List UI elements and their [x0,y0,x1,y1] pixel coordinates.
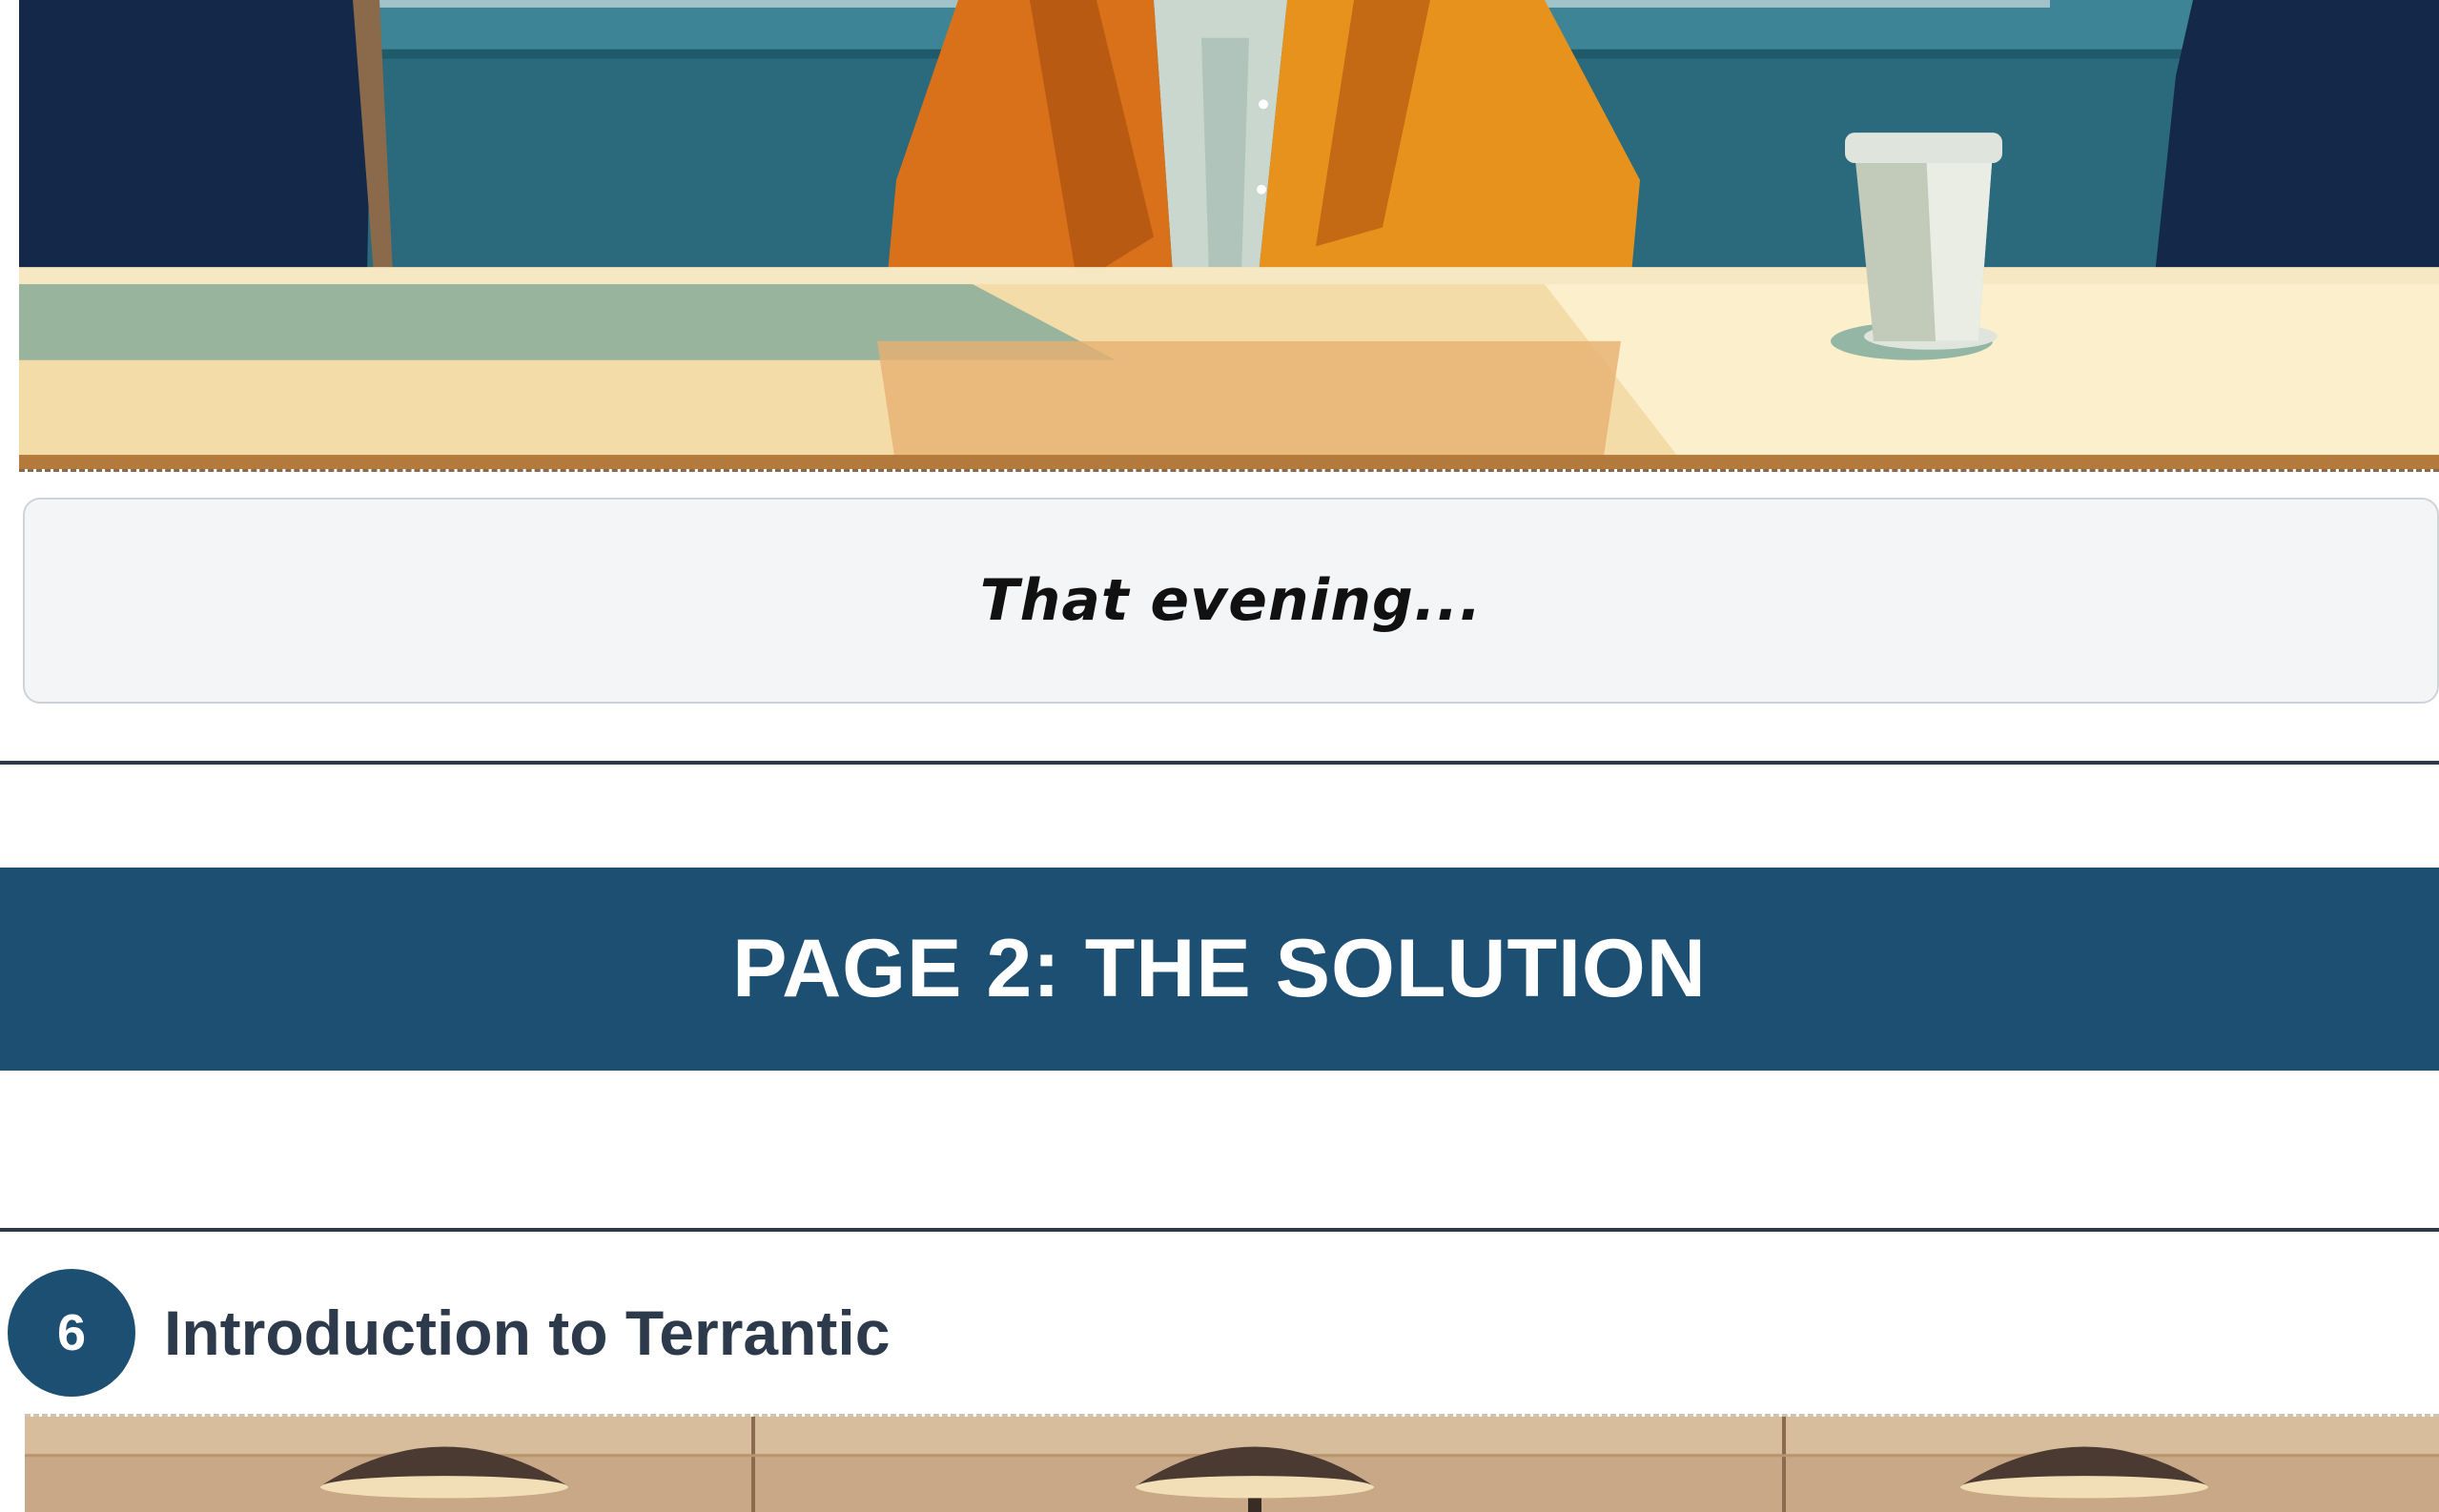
section-divider [0,761,2439,765]
comic-panel-illustration-next [25,1414,2439,1512]
caption-text: That evening... [979,567,1483,634]
section-title: Introduction to Terrantic [164,1297,891,1368]
section-divider [0,1228,2439,1232]
caption-box: That evening... [23,498,2439,704]
comic-panel-illustration [19,0,2439,472]
page-banner: PAGE 2: THE SOLUTION [0,868,2439,1071]
section-number-badge: 6 [8,1269,135,1397]
page-banner-title: PAGE 2: THE SOLUTION [732,923,1707,1014]
office-scene-illustration [19,0,2439,469]
section-header: 6 Introduction to Terrantic [8,1268,890,1398]
lamps-scene-illustration [25,1417,2439,1512]
